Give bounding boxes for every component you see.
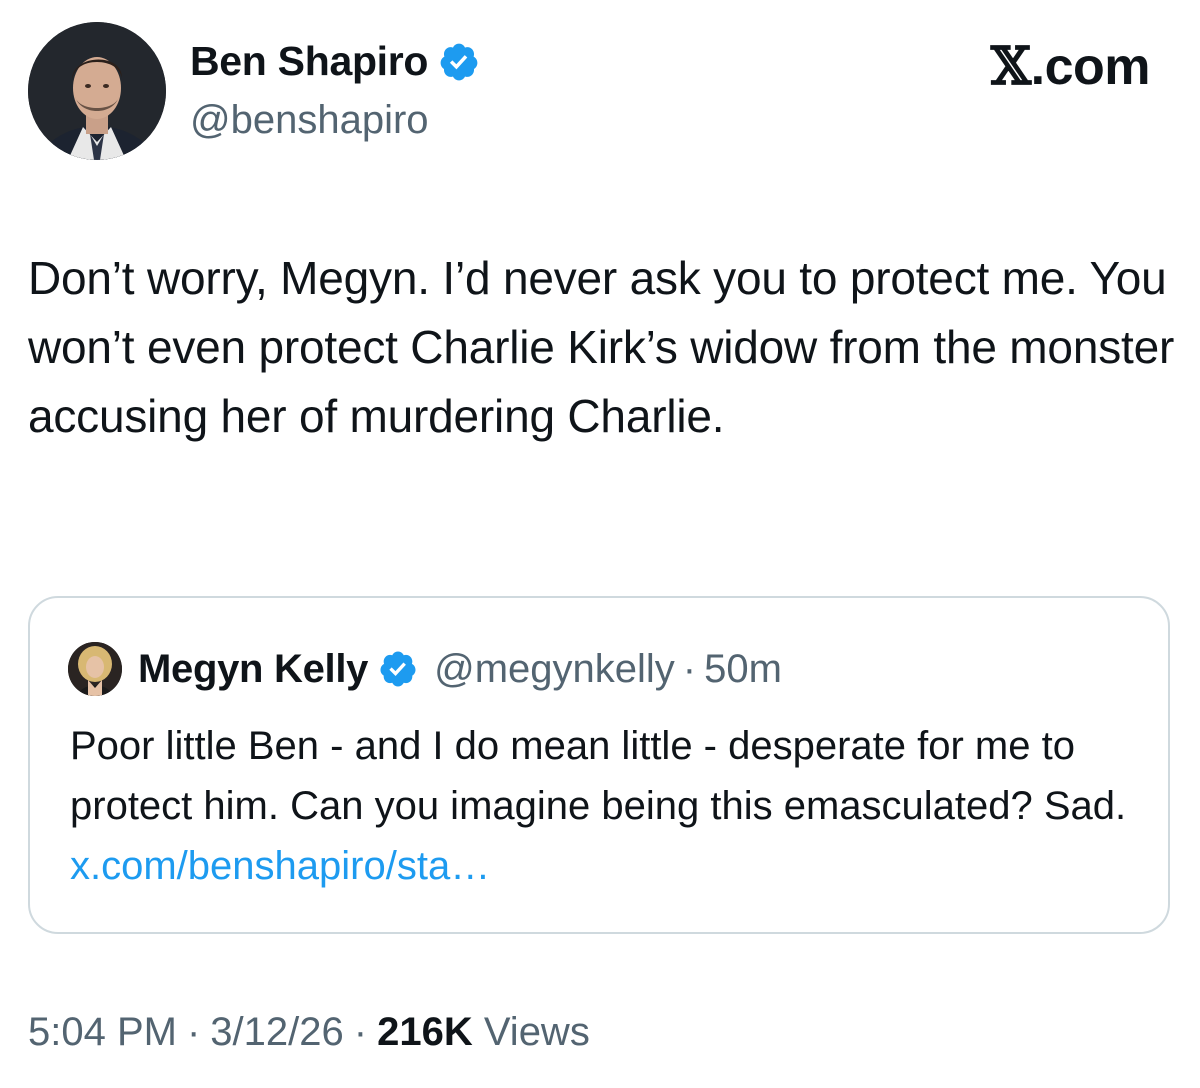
dot-separator: ·: [186, 1010, 201, 1054]
quoted-tweet-card[interactable]: Megyn Kelly @megynkelly · 50m Poor littl…: [28, 596, 1170, 934]
profile-photo-icon: [28, 22, 166, 160]
verified-badge-icon[interactable]: [438, 41, 480, 83]
quoted-author-name[interactable]: Megyn Kelly: [138, 647, 368, 692]
author-display-name[interactable]: Ben Shapiro: [190, 38, 428, 85]
views-count[interactable]: 216K: [377, 1010, 473, 1054]
verified-badge-icon[interactable]: [378, 649, 418, 689]
tweet-date[interactable]: 3/12/26: [210, 1010, 343, 1054]
tweet-body-text: Don’t worry, Megyn. I’d never ask you to…: [28, 252, 1175, 442]
quoted-tweet-text: Poor little Ben - and I do mean little -…: [70, 716, 1150, 896]
x-com-logo: 𝕏.com: [990, 36, 1151, 97]
author-name-row: Ben Shapiro: [190, 38, 480, 85]
views-label: Views: [483, 1010, 590, 1054]
x-logo-icon: 𝕏: [990, 36, 1031, 97]
tweet-meta: 5:04 PM · 3/12/26 · 216K Views: [28, 1010, 590, 1055]
quoted-tweet-body: Poor little Ben - and I do mean little -…: [70, 724, 1127, 828]
quoted-tweet-header: Megyn Kelly @megynkelly · 50m: [68, 642, 782, 696]
quoted-author-handle[interactable]: @megynkelly: [434, 647, 675, 692]
profile-photo-icon: [68, 642, 122, 696]
quoted-tweet-link[interactable]: x.com/benshapiro/sta…: [70, 844, 490, 888]
dot-separator: ·: [682, 646, 697, 691]
tweet-time[interactable]: 5:04 PM: [28, 1010, 177, 1054]
author-avatar[interactable]: [28, 22, 166, 160]
author-handle[interactable]: @benshapiro: [190, 98, 429, 143]
dot-separator: ·: [353, 1010, 368, 1054]
quoted-tweet-time[interactable]: 50m: [704, 647, 782, 692]
brand-label: .com: [1030, 38, 1151, 96]
tweet-container: Ben Shapiro @benshapiro 𝕏.com Don’t worr…: [0, 0, 1200, 1088]
quoted-author-avatar[interactable]: [68, 642, 122, 696]
